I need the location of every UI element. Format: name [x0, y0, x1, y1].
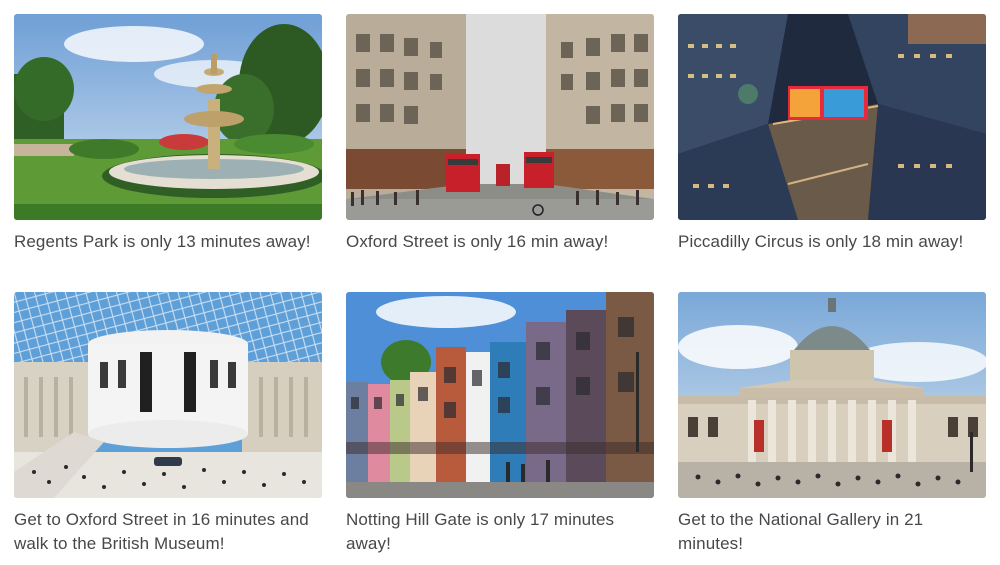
- attraction-card-british-museum[interactable]: Get to Oxford Street in 16 minutes and w…: [14, 292, 322, 556]
- attraction-card-notting-hill[interactable]: Notting Hill Gate is only 17 minutes awa…: [346, 292, 654, 556]
- caption-oxford-street: Oxford Street is only 16 min away!: [346, 232, 609, 251]
- caption-piccadilly-circus: Piccadilly Circus is only 18 min away!: [678, 232, 964, 251]
- caption-regents-park: Regents Park is only 13 minutes away!: [14, 232, 311, 251]
- regents-park-photo[interactable]: [14, 14, 322, 220]
- national-gallery-photo[interactable]: [678, 292, 986, 498]
- piccadilly-circus-photo[interactable]: [678, 14, 986, 220]
- attraction-card-oxford-street[interactable]: Oxford Street is only 16 min away!: [346, 14, 654, 254]
- attraction-card-piccadilly-circus[interactable]: Piccadilly Circus is only 18 min away!: [678, 14, 986, 254]
- caption-notting-hill: Notting Hill Gate is only 17 minutes awa…: [346, 510, 615, 553]
- caption-british-museum: Get to Oxford Street in 16 minutes and w…: [14, 510, 309, 553]
- british-museum-photo[interactable]: [14, 292, 322, 498]
- oxford-street-photo[interactable]: [346, 14, 654, 220]
- notting-hill-photo[interactable]: [346, 292, 654, 498]
- caption-national-gallery: Get to the National Gallery in 21 minute…: [678, 510, 924, 553]
- attraction-card-national-gallery[interactable]: Get to the National Gallery in 21 minute…: [678, 292, 986, 556]
- attraction-card-regents-park[interactable]: Regents Park is only 13 minutes away!: [14, 14, 322, 254]
- attractions-grid: Regents Park is only 13 minutes away! Ox…: [0, 0, 1000, 565]
